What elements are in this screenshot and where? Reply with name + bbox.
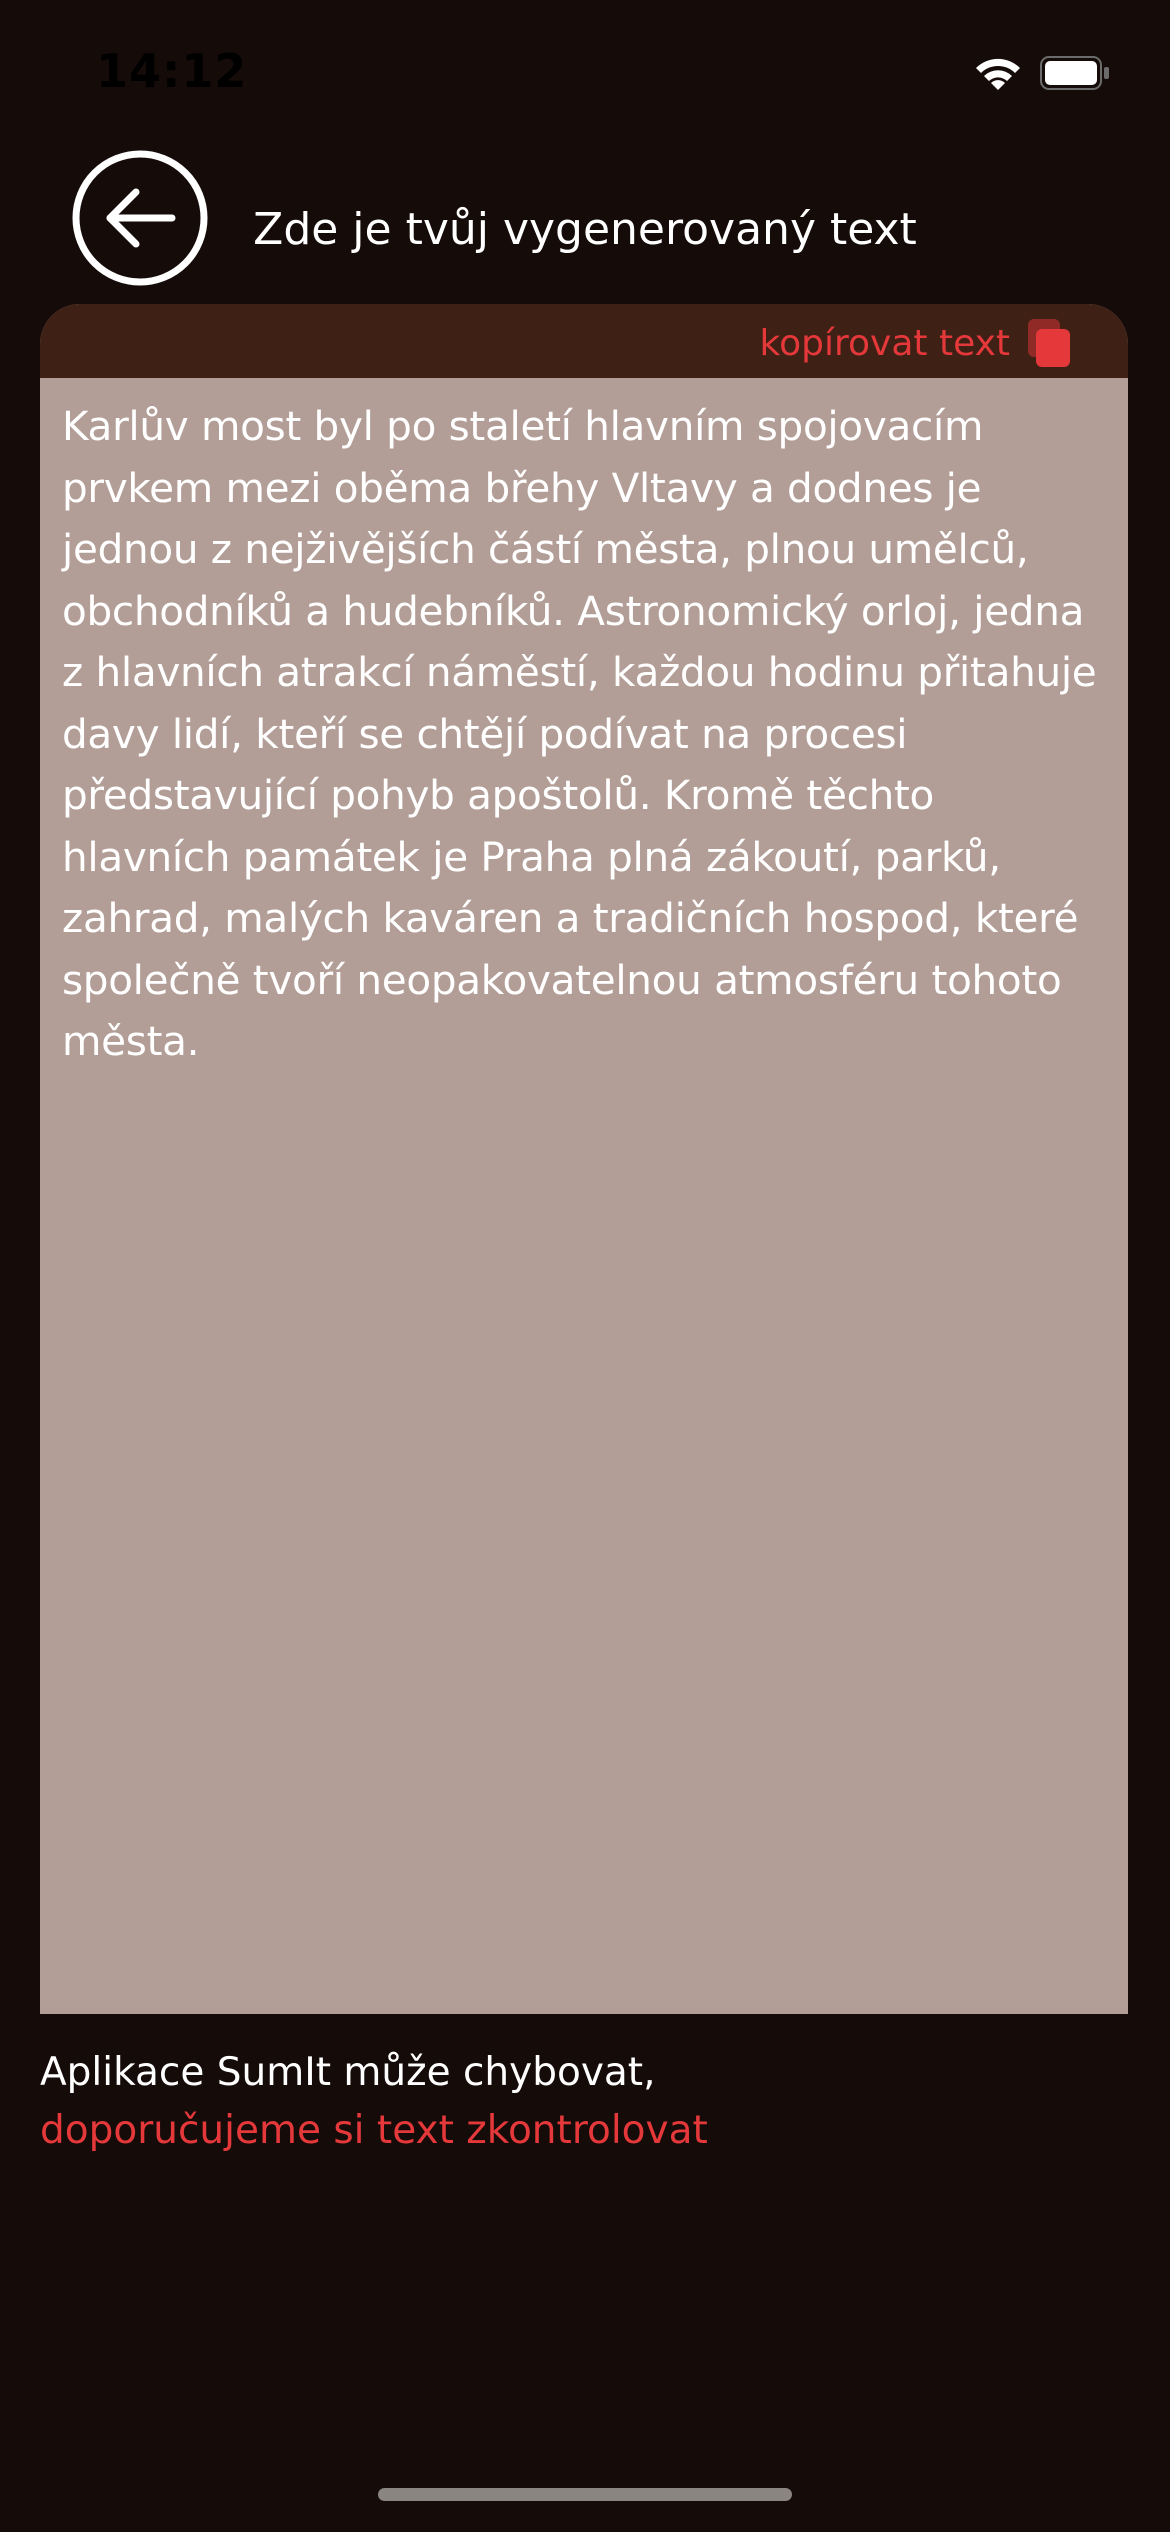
page-title: Zde je tvůj vygenerovaný text <box>253 204 917 255</box>
copy-text-label: kopírovat text <box>759 322 1010 364</box>
generated-text-card: kopírovat text Karlův most byl po stalet… <box>40 304 1128 2014</box>
home-indicator[interactable] <box>378 2488 792 2501</box>
copy-icon <box>1028 319 1070 367</box>
generated-text-area[interactable]: Karlův most byl po staletí hlavním spojo… <box>40 378 1128 2014</box>
card-toolbar: kopírovat text <box>40 304 1128 378</box>
battery-icon <box>1040 56 1109 90</box>
wifi-icon <box>976 58 1020 90</box>
disclaimer-text: Aplikace SumIt může chybovat, <box>40 2050 656 2095</box>
status-time: 14:12 <box>96 44 248 98</box>
copy-text-button[interactable]: kopírovat text <box>760 316 1072 370</box>
disclaimer: Aplikace SumIt může chybovat, doporučuje… <box>40 2044 1040 2160</box>
status-bar: 14:12 <box>0 0 1170 140</box>
disclaimer-warning: doporučujeme si text zkontrolovat <box>40 2108 708 2153</box>
generated-text: Karlův most byl po staletí hlavním spojo… <box>62 402 1097 1065</box>
